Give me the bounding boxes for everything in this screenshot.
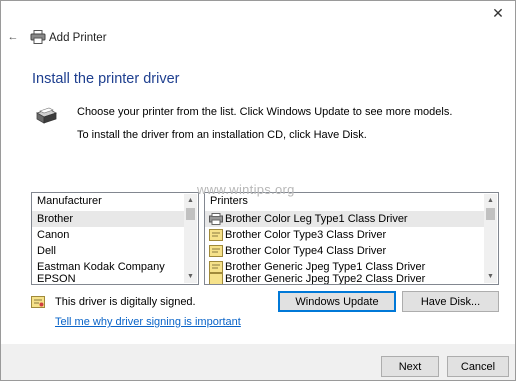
signed-driver-icon bbox=[209, 229, 223, 241]
list-item-dell[interactable]: Dell bbox=[32, 243, 184, 259]
watermark: www.wintips.org bbox=[197, 182, 295, 197]
have-disk-button[interactable]: Have Disk... bbox=[402, 291, 499, 312]
scroll-up-icon[interactable]: ▲ bbox=[484, 194, 497, 207]
list-item-brother[interactable]: Brother bbox=[32, 211, 184, 227]
page-heading: Install the printer driver bbox=[32, 71, 180, 87]
printer-model-label: Brother Color Leg Type1 Class Driver bbox=[225, 213, 408, 225]
next-button[interactable]: Next bbox=[381, 356, 439, 377]
certificate-icon bbox=[31, 296, 45, 308]
add-printer-window: ✕ ← Add Printer Install the printer driv… bbox=[0, 0, 516, 381]
printer-model-label: Brother Generic Jpeg Type2 Class Driver bbox=[225, 273, 426, 284]
printers-scrollbar[interactable]: ▲ ▼ bbox=[484, 194, 497, 283]
scroll-up-icon[interactable]: ▲ bbox=[184, 194, 197, 207]
manufacturer-list-header: Manufacturer bbox=[37, 195, 102, 207]
printer-driver-icon bbox=[36, 107, 57, 124]
scroll-thumb[interactable] bbox=[486, 208, 495, 220]
back-arrow-icon: ← bbox=[7, 31, 19, 43]
manufacturer-scrollbar[interactable]: ▲ ▼ bbox=[184, 194, 197, 283]
signing-status: This driver is digitally signed. bbox=[55, 296, 196, 308]
window-title: Add Printer bbox=[49, 32, 107, 44]
signed-driver-icon bbox=[209, 273, 223, 284]
scroll-thumb[interactable] bbox=[186, 208, 195, 220]
manufacturer-list[interactable]: Manufacturer Brother Canon Dell Eastman … bbox=[31, 192, 199, 285]
printer-model-icon bbox=[209, 213, 223, 225]
printer-model-label: Brother Color Type3 Class Driver bbox=[225, 229, 387, 241]
cancel-button[interactable]: Cancel bbox=[447, 356, 509, 377]
have-disk-instruction-text: To install the driver from an installati… bbox=[77, 129, 367, 141]
list-item-printer[interactable]: Brother Color Type4 Class Driver bbox=[205, 243, 484, 259]
list-item-canon[interactable]: Canon bbox=[32, 227, 184, 243]
printer-icon bbox=[30, 30, 46, 44]
close-button[interactable]: ✕ bbox=[487, 3, 509, 23]
printer-model-label: Brother Color Type4 Class Driver bbox=[225, 245, 387, 257]
list-item-printer[interactable]: Brother Generic Jpeg Type2 Class Driver bbox=[205, 271, 484, 284]
list-item-printer[interactable]: Brother Color Type3 Class Driver bbox=[205, 227, 484, 243]
signed-driver-icon bbox=[209, 245, 223, 257]
windows-update-button[interactable]: Windows Update bbox=[278, 291, 396, 312]
close-icon: ✕ bbox=[492, 4, 504, 21]
scroll-down-icon[interactable]: ▼ bbox=[184, 270, 197, 283]
back-button[interactable]: ← bbox=[5, 29, 21, 45]
driver-signing-link[interactable]: Tell me why driver signing is important bbox=[55, 316, 241, 328]
signed-driver-icon bbox=[209, 261, 223, 273]
scroll-down-icon[interactable]: ▼ bbox=[484, 270, 497, 283]
list-item-printer[interactable]: Brother Color Leg Type1 Class Driver bbox=[205, 211, 484, 227]
instruction-text: Choose your printer from the list. Click… bbox=[77, 106, 453, 118]
printers-list[interactable]: Printers Brother Color Leg Type1 Class D… bbox=[204, 192, 499, 285]
